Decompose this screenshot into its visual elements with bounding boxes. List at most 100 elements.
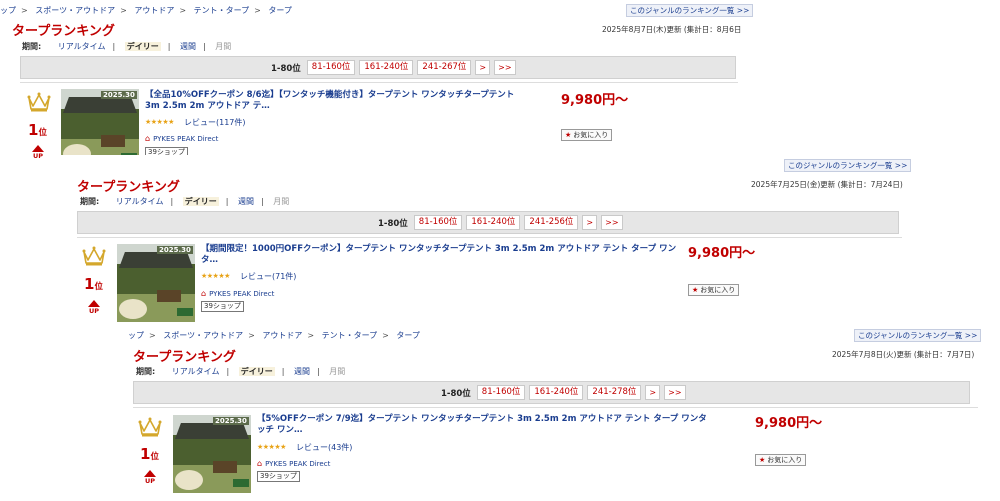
updated-date: 2025年7月25日(金)更新 (集計日：7月24日) — [751, 180, 903, 189]
pagination-link[interactable]: 241-256位 — [524, 215, 579, 230]
product-thumbnail[interactable]: 2025.30 — [117, 244, 195, 322]
period-selector: 期間: リアルタイム | デイリー | 週間 | 月間 — [80, 197, 290, 206]
favorite-button[interactable]: ★ お気に入り — [755, 454, 807, 466]
thumbnail-badge — [119, 299, 147, 319]
ranking-snapshot-1: ップ > スポーツ・アウトドア > アウトドア > テント・タープ > タープ このジャ… — [0, 0, 754, 170]
period-label: 期間: — [22, 42, 42, 51]
breadcrumb-item[interactable]: ップ — [128, 331, 144, 340]
shop-house-icon: ⌂ — [201, 289, 207, 298]
period-monthly-disabled: 月間 — [273, 197, 290, 206]
updated-date: 2025年8月7日(木)更新 (集計日：8月6日 — [602, 25, 742, 34]
pagination-last[interactable]: >> — [601, 215, 623, 230]
shop-house-icon: ⌂ — [145, 134, 151, 143]
divider — [133, 407, 978, 408]
breadcrumb-item[interactable]: スポーツ・アウトドア — [35, 6, 115, 15]
thumbnail-year-label: 2025.30 — [213, 417, 249, 425]
up-arrow-icon — [88, 300, 100, 307]
thumbnail-year-label: 2025.30 — [101, 91, 137, 99]
favorite-button[interactable]: ★ お気に入り — [688, 284, 740, 296]
pagination-bar: 1-80位 81-160位 161-240位 241-278位 > >> — [133, 381, 970, 404]
39shop-badge: 39ショップ — [201, 301, 244, 312]
pagination-current: 1-80位 — [271, 63, 301, 74]
pagination-link[interactable]: 161-240位 — [466, 215, 521, 230]
breadcrumb-item[interactable]: テント・タープ — [322, 331, 378, 340]
rating-stars: ★★★★★ — [201, 272, 230, 280]
breadcrumb-item[interactable]: アウトドア — [262, 331, 302, 340]
39shop-badge: 39ショップ — [257, 471, 300, 482]
review-count-link[interactable]: レビュー(71件) — [240, 271, 296, 282]
breadcrumb-item[interactable]: タープ — [396, 331, 420, 340]
rank-number: 1位 — [28, 121, 47, 139]
shop-link[interactable]: ⌂ PYKES PEAK Direct — [201, 289, 274, 298]
star-icon: ★ — [759, 456, 766, 464]
up-arrow-icon — [144, 470, 156, 477]
period-monthly-disabled: 月間 — [215, 42, 232, 51]
breadcrumb: ップ > スポーツ・アウトドア > アウトドア > テント・タープ > タープ — [0, 6, 292, 15]
page-title: タープランキング — [12, 24, 115, 39]
pagination-current: 1-80位 — [378, 218, 408, 229]
breadcrumb-item[interactable]: スポーツ・アウトドア — [163, 331, 243, 340]
favorite-button[interactable]: ★ お気に入り — [561, 129, 613, 141]
genre-ranking-list-link[interactable]: このジャンルのランキング一覧 >> — [854, 329, 982, 342]
product-title-link[interactable]: 【期間限定！1000円OFFクーポン】タープテント ワンタッチタープテント 3m… — [201, 244, 679, 266]
updated-date: 2025年7月8日(火)更新 (集計日：7月7日) — [832, 350, 975, 359]
pagination-next[interactable]: > — [582, 215, 598, 230]
period-daily-current: デイリー — [124, 42, 161, 51]
pagination-current: 1-80位 — [441, 388, 471, 399]
genre-ranking-list-link[interactable]: このジャンルのランキング一覧 >> — [626, 4, 754, 17]
star-icon: ★ — [565, 131, 572, 139]
up-arrow-icon — [32, 145, 44, 152]
product-title-link[interactable]: 【全品10%OFFクーポン 8/6迄】【ワンタッチ機能付き】タープテント ワンタ… — [145, 90, 523, 112]
period-realtime-link[interactable]: リアルタイム — [172, 367, 220, 376]
breadcrumb-item[interactable]: アウトドア — [134, 6, 174, 15]
shop-house-icon: ⌂ — [257, 459, 263, 468]
period-realtime-link[interactable]: リアルタイム — [116, 197, 164, 206]
product-price: 9,980円〜 — [755, 416, 823, 431]
rank-number: 1位 — [140, 445, 159, 463]
product-thumbnail[interactable]: 2025.30 — [173, 415, 251, 493]
page-title: タープランキング — [133, 350, 236, 365]
breadcrumb-item[interactable]: タープ — [268, 6, 292, 15]
thumbnail-badge — [175, 470, 203, 490]
rank-up-indicator: UP — [31, 145, 45, 160]
breadcrumb-item[interactable]: テント・タープ — [194, 6, 250, 15]
crown-icon — [138, 417, 162, 437]
genre-ranking-list-link[interactable]: このジャンルのランキング一覧 >> — [784, 159, 912, 172]
period-selector: 期間: リアルタイム | デイリー | 週間 | 月間 — [136, 367, 346, 376]
pagination-bar: 1-80位 81-160位 161-240位 241-267位 > >> — [20, 56, 736, 79]
pagination-link[interactable]: 81-160位 — [306, 60, 356, 75]
pagination-last[interactable]: >> — [494, 60, 516, 75]
pagination-bar: 1-80位 81-160位 161-240位 241-256位 > >> — [77, 211, 899, 234]
pagination-link[interactable]: 81-160位 — [413, 215, 463, 230]
star-icon: ★ — [692, 286, 699, 294]
period-weekly-link[interactable]: 週間 — [180, 42, 196, 51]
pagination-next[interactable]: > — [475, 60, 491, 75]
ranking-snapshot-3: ップ > スポーツ・アウトドア > アウトドア > テント・タープ > タープ このジャ… — [112, 325, 982, 501]
product-price: 9,980円〜 — [561, 93, 629, 108]
period-weekly-link[interactable]: 週間 — [238, 197, 254, 206]
review-count-link[interactable]: レビュー(117件) — [184, 117, 246, 128]
period-monthly-disabled: 月間 — [329, 367, 346, 376]
period-weekly-link[interactable]: 週間 — [294, 367, 310, 376]
review-count-link[interactable]: レビュー(43件) — [296, 442, 352, 453]
pagination-link[interactable]: 81-160位 — [476, 385, 526, 400]
product-title-link[interactable]: 【5%OFFクーポン 7/9迄】タープテント ワンタッチタープテント 3m 2.… — [257, 414, 715, 436]
period-realtime-link[interactable]: リアルタイム — [58, 42, 106, 51]
shop-link[interactable]: ⌂ PYKES PEAK Direct — [257, 459, 330, 468]
product-price: 9,980円〜 — [688, 246, 756, 261]
period-daily-current: デイリー — [182, 197, 219, 206]
shop-link[interactable]: ⌂ PYKES PEAK Direct — [145, 134, 218, 143]
period-selector: 期間: リアルタイム | デイリー | 週間 | 月間 — [22, 42, 232, 51]
pagination-next[interactable]: > — [645, 385, 661, 400]
crown-icon — [27, 92, 51, 112]
period-label: 期間: — [136, 367, 156, 376]
breadcrumb-item[interactable]: ップ — [0, 6, 16, 15]
pagination-link[interactable]: 241-278位 — [587, 385, 642, 400]
crown-icon — [82, 246, 106, 266]
pagination-link[interactable]: 161-240位 — [359, 60, 414, 75]
rating-stars: ★★★★★ — [145, 118, 174, 126]
pagination-link[interactable]: 241-267位 — [417, 60, 472, 75]
pagination-link[interactable]: 161-240位 — [529, 385, 584, 400]
pagination-last[interactable]: >> — [664, 385, 686, 400]
divider — [77, 237, 902, 238]
